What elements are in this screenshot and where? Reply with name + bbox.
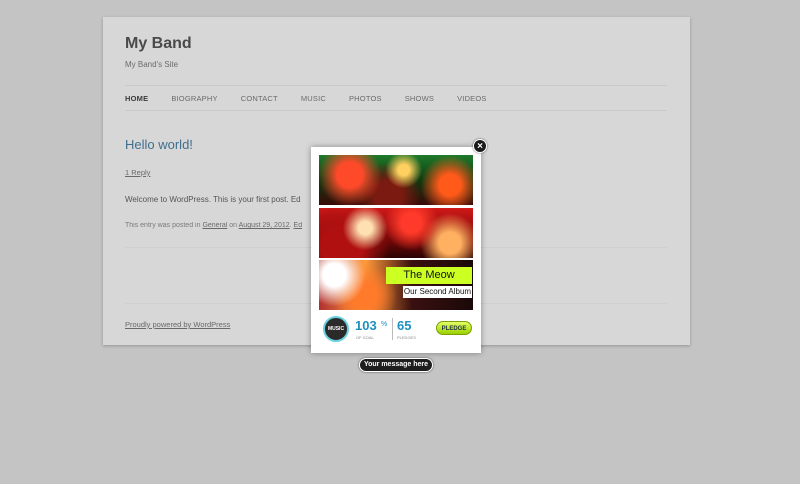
category-link[interactable]: General: [202, 222, 227, 229]
stats-divider: [392, 318, 393, 340]
pledge-button[interactable]: PLEDGE: [436, 321, 472, 335]
meta-mid: on: [227, 222, 239, 229]
nav-item-biography[interactable]: BIOGRAPHY: [171, 94, 217, 103]
site-title[interactable]: My Band: [125, 35, 192, 53]
band-photo-2[interactable]: [319, 208, 473, 258]
reply-link[interactable]: 1 Reply: [125, 168, 150, 177]
pledges-count: 65: [397, 318, 412, 333]
date-link[interactable]: August 29, 2012: [239, 222, 290, 229]
footer-credit-link[interactable]: Proudly powered by WordPress: [125, 320, 230, 329]
meta-prefix: This entry was posted in: [125, 222, 203, 229]
campaign-stats: MUSIC 103 % OF GOAL 65 PLEDGES PLEDGE: [319, 313, 473, 347]
close-icon[interactable]: ×: [473, 139, 487, 153]
band-photo-3[interactable]: The Meow Meows Our Second Album: [319, 260, 473, 310]
nav-item-videos[interactable]: VIDEOS: [457, 94, 487, 103]
post-content: Welcome to WordPress. This is your first…: [125, 195, 301, 204]
music-logo-icon: MUSIC: [323, 316, 349, 342]
nav-item-contact[interactable]: CONTACT: [241, 94, 278, 103]
pledges-label: PLEDGES: [397, 335, 416, 340]
nav-item-photos[interactable]: PHOTOS: [349, 94, 382, 103]
percent-funded-value: 103: [355, 318, 377, 333]
message-tooltip: Your message here: [359, 358, 433, 372]
post-title[interactable]: Hello world!: [125, 137, 193, 152]
site-description: My Band's Site: [125, 60, 179, 69]
main-navigation: HOME BIOGRAPHY CONTACT MUSIC PHOTOS SHOW…: [125, 85, 667, 111]
percent-label: OF GOAL: [356, 335, 374, 340]
album-title-label: Our Second Album: [403, 286, 472, 298]
band-photo-1[interactable]: [319, 155, 473, 205]
promo-popup: The Meow Meows Our Second Album MUSIC 10…: [311, 147, 481, 353]
edit-link[interactable]: Ed: [294, 222, 303, 229]
nav-item-shows[interactable]: SHOWS: [405, 94, 434, 103]
percent-unit: %: [381, 321, 388, 328]
nav-item-home[interactable]: HOME: [125, 94, 148, 103]
post-meta: This entry was posted in General on Augu…: [125, 222, 310, 229]
nav-item-music[interactable]: MUSIC: [301, 94, 326, 103]
band-name-label: The Meow Meows: [386, 267, 472, 298]
